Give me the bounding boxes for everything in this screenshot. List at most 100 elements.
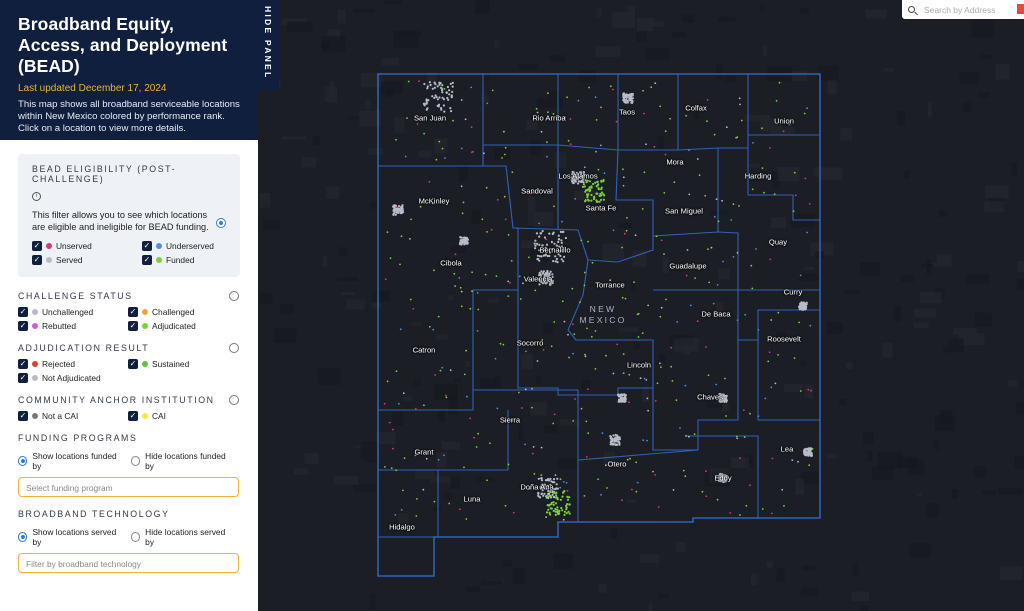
challenge-option-0[interactable]: ✓ Unchallenged [18,307,128,317]
checkbox-checked-icon[interactable]: ✓ [32,241,42,251]
county-label[interactable]: Colfax [685,104,707,113]
checkbox-checked-icon[interactable]: ✓ [128,359,138,369]
checkbox-checked-icon[interactable]: ✓ [128,411,138,421]
checkbox-checked-icon[interactable]: ✓ [128,307,138,317]
county-label[interactable]: De Baca [701,310,730,319]
funding-program-select[interactable]: Select funding program [18,477,239,497]
cai-option-0[interactable]: ✓ Not a CAI [18,411,128,421]
challenge-title: CHALLENGE STATUS [18,291,133,301]
map-svg[interactable] [258,0,1024,611]
legend-dot-icon [142,309,148,315]
county-label[interactable]: San Miguel [665,207,703,216]
checkbox-checked-icon[interactable]: ✓ [142,255,152,265]
technology-hide-option[interactable]: Hide locations served by [130,527,230,547]
county-label[interactable]: Curry [784,288,803,297]
legend-dot-icon [32,361,38,367]
checkbox-checked-icon[interactable]: ✓ [18,411,28,421]
county-label[interactable]: Quay [769,238,787,247]
funding-hide-option[interactable]: Hide locations funded by [130,451,230,471]
legend-dot-icon [156,243,162,249]
eligibility-options: ✓ Unserved ✓ Underserved ✓ Served ✓ Funded [32,241,226,265]
county-label[interactable]: Hidalgo [389,523,415,532]
technology-title: BROADBAND TECHNOLOGY [18,509,170,519]
county-label[interactable]: Sierra [500,416,520,425]
legend-dot-icon [142,413,148,419]
option-label: Unserved [56,241,92,251]
county-label[interactable]: Bernalillo [539,246,570,255]
county-label[interactable]: Lea [781,445,794,454]
county-label[interactable]: Mora [666,158,683,167]
county-label[interactable]: Lincoln [627,361,651,370]
page-title: Broadband Equity, Access, and Deployment… [18,14,228,76]
cai-options: ✓ Not a CAI ✓ CAI [18,411,240,421]
legend-dot-icon [32,323,38,329]
checkbox-checked-icon[interactable]: ✓ [18,359,28,369]
option-label: Underserved [166,241,214,251]
map-description: This map shows all broadband serviceable… [18,99,240,135]
county-label[interactable]: Harding [745,172,772,181]
hide-panel-button[interactable]: HIDE PANEL [258,0,279,90]
county-label[interactable]: Valencia [524,275,553,284]
challenge-layer-radio[interactable] [229,291,239,301]
challenge-option-3[interactable]: ✓ Adjudicated [128,321,238,331]
eligibility-option-3[interactable]: ✓ Funded [142,255,252,265]
eligibility-option-0[interactable]: ✓ Unserved [32,241,142,251]
county-label[interactable]: Doña Ana [520,483,553,492]
county-label[interactable]: Los Alamos [558,172,597,181]
eligibility-title: BEAD ELIGIBILITY (POST-CHALLENGE) [32,164,177,184]
eligibility-option-1[interactable]: ✓ Underserved [142,241,252,251]
search-input[interactable]: Search by Address [924,5,995,15]
technology-select[interactable]: Filter by broadband technology [18,553,239,573]
county-label[interactable]: Catron [413,346,436,355]
technology-show-option[interactable]: Show locations served by [18,527,121,547]
county-label[interactable]: Grant [415,448,434,457]
checkbox-checked-icon[interactable]: ✓ [128,321,138,331]
county-label[interactable]: Socorro [517,339,544,348]
map-canvas[interactable]: San Juan Rio Arriba Taos Colfax Union Mora Har… [258,0,1024,611]
adjudication-option-0[interactable]: ✓ Rejected [18,359,128,369]
county-label[interactable]: Chaves [697,393,723,402]
county-label[interactable]: San Juan [414,114,446,123]
county-label[interactable]: Roosevelt [767,335,801,344]
county-label[interactable]: Otero [608,460,627,469]
challenge-section: CHALLENGE STATUS ✓ Unchallenged ✓ Challenge… [18,291,240,331]
eligibility-option-2[interactable]: ✓ Served [32,255,142,265]
funding-section: FUNDING PROGRAMS Show locations funded b… [18,433,240,497]
option-label: Rejected [42,359,76,369]
county-label[interactable]: Rio Arriba [532,114,565,123]
legend-dot-icon [32,375,38,381]
last-updated: Last updated December 17, 2024 [18,83,167,94]
challenge-option-1[interactable]: ✓ Challenged [128,307,238,317]
checkbox-checked-icon[interactable]: ✓ [32,255,42,265]
adjudication-layer-radio[interactable] [229,343,239,353]
cai-layer-radio[interactable] [229,395,239,405]
county-label[interactable]: Santa Fe [586,204,617,213]
info-icon[interactable]: i [32,192,41,201]
county-label[interactable]: Luna [464,495,481,504]
county-label[interactable]: Sandoval [521,187,553,196]
address-search[interactable]: Search by Address [902,0,1024,19]
adjudication-option-2[interactable]: ✓ Not Adjudicated [18,373,128,383]
checkbox-checked-icon[interactable]: ✓ [18,321,28,331]
county-label[interactable]: Taos [619,108,635,117]
option-label: CAI [152,411,166,421]
county-label[interactable]: McKinley [419,197,450,206]
adjudication-option-1[interactable]: ✓ Sustained [128,359,238,369]
county-label[interactable]: Torrance [595,281,625,290]
county-label[interactable]: Union [774,117,794,126]
challenge-options: ✓ Unchallenged ✓ Challenged ✓ Rebutted ✓ Adjudi… [18,307,240,331]
county-label[interactable]: Eddy [714,474,731,483]
checkbox-checked-icon[interactable]: ✓ [18,307,28,317]
eligibility-layer-radio[interactable] [216,218,226,228]
checkbox-checked-icon[interactable]: ✓ [142,241,152,251]
option-label: Challenged [152,307,195,317]
funding-show-option[interactable]: Show locations funded by [18,451,121,471]
challenge-option-2[interactable]: ✓ Rebutted [18,321,128,331]
option-label: Sustained [152,359,190,369]
checkbox-checked-icon[interactable]: ✓ [18,373,28,383]
sidebar-header: Broadband Equity, Access, and Deployment… [0,0,258,140]
adjudication-section: ADJUDICATION RESULT ✓ Rejected ✓ Sustained ✓… [18,343,240,383]
county-label[interactable]: Guadalupe [669,262,706,271]
cai-option-1[interactable]: ✓ CAI [128,411,238,421]
county-label[interactable]: Cibola [440,259,462,268]
